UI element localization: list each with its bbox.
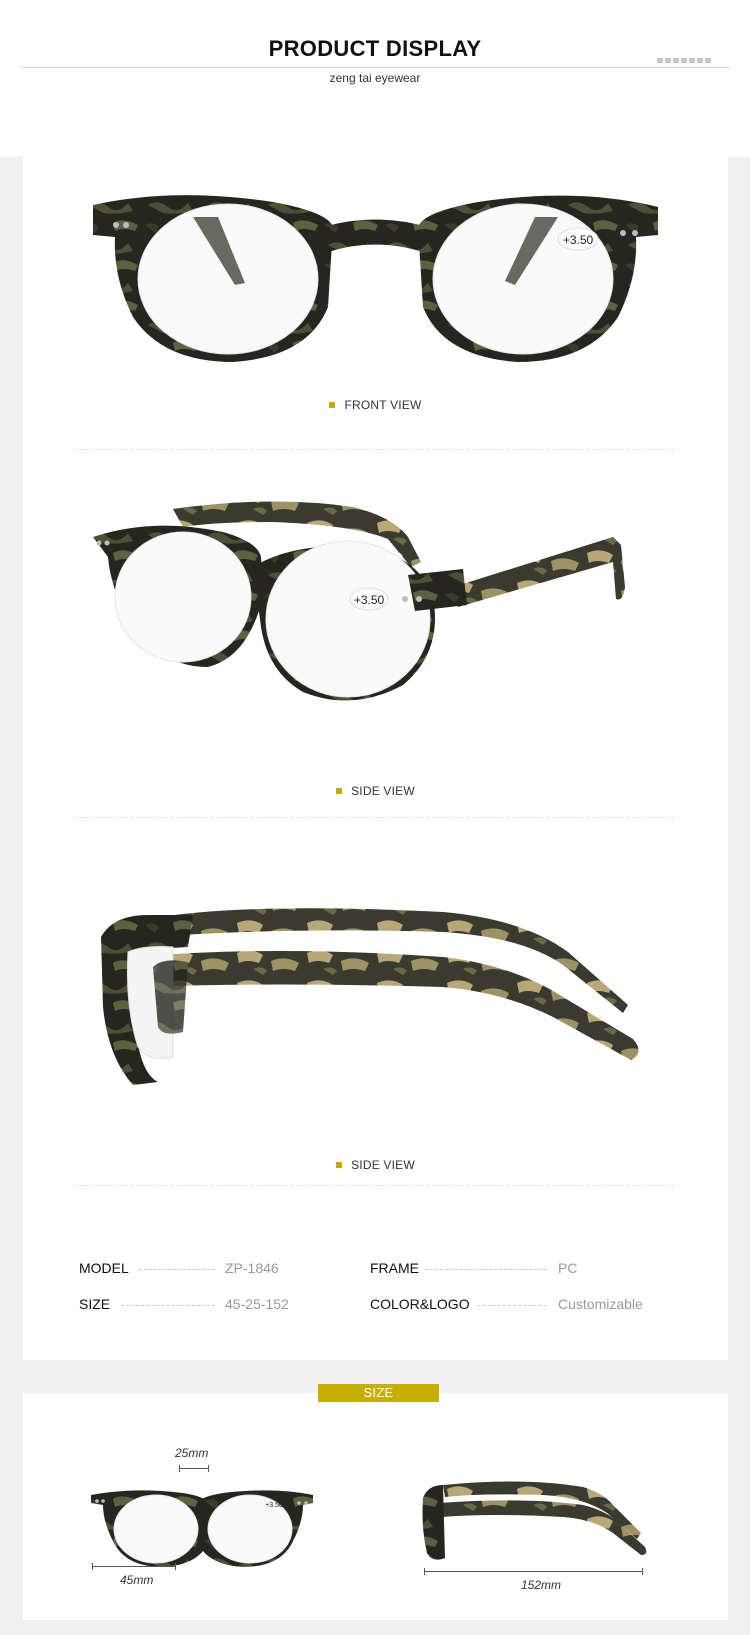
temple-length-dimension-label: 152mm: [521, 1578, 562, 1592]
mini-lens-sticker-label: +3.50: [265, 1502, 283, 1509]
side-view-profile: SIDE VIEW: [23, 857, 728, 1172]
spec-size: SIZE 45-25-152: [79, 1296, 319, 1314]
front-view-caption: FRONT VIEW: [23, 398, 728, 412]
bullet-square: [336, 1162, 343, 1168]
lens-width-dimension-line: [92, 1563, 176, 1570]
section-divider: [75, 817, 675, 818]
side-view-caption: SIDE VIEW: [23, 1158, 728, 1172]
glasses-side-angled-image: +3.50: [93, 501, 625, 701]
spec-frame-label: FRAME: [370, 1260, 419, 1276]
decorative-dots: [657, 58, 711, 63]
temple-length-dimension-line: [424, 1568, 643, 1575]
lens-width-dimension-label: 45mm: [120, 1573, 154, 1587]
section-divider: [75, 449, 675, 450]
side-view-label: SIDE VIEW: [351, 1158, 415, 1172]
spec-model-value: ZP-1846: [225, 1260, 279, 1276]
lens-sticker-label: +3.50: [354, 593, 385, 607]
product-display-page: PRODUCT DISPLAY zeng tai eyewear +3.50 F…: [0, 0, 750, 1635]
section-divider: [75, 1185, 675, 1186]
glasses-profile-image: [101, 908, 639, 1085]
front-view: +3.50 FRONT VIEW: [23, 157, 728, 447]
bridge-dimension-label: 25mm: [175, 1446, 209, 1460]
side-view-label: SIDE VIEW: [351, 784, 415, 798]
bridge-dimension-line: [179, 1465, 209, 1472]
spec-size-value: 45-25-152: [225, 1296, 289, 1312]
spec-dash: [139, 1269, 215, 1270]
spec-color-logo: COLOR&LOGO Customizable: [370, 1296, 690, 1314]
size-section-badge: SIZE: [318, 1384, 439, 1402]
page-subtitle: zeng tai eyewear: [329, 71, 421, 85]
front-view-label: FRONT VIEW: [344, 398, 422, 412]
spec-dash: [121, 1305, 215, 1306]
product-views-panel: +3.50 FRONT VIEW +3.50 SIDE VIEW SIDE VI…: [23, 157, 728, 1360]
spec-dash: [477, 1305, 547, 1306]
glasses-front-image: +3.50: [93, 195, 658, 362]
size-panel: +3.50 25mm 45mm 152mm: [23, 1393, 728, 1620]
side-view-angled: +3.50 SIDE VIEW: [23, 487, 728, 798]
spec-model-label: MODEL: [79, 1260, 129, 1276]
spec-dash: [425, 1269, 547, 1270]
header: PRODUCT DISPLAY zeng tai eyewear: [0, 0, 750, 157]
lens-sticker-label: +3.50: [563, 233, 594, 247]
page-title: PRODUCT DISPLAY: [268, 36, 482, 61]
spec-color-value: Customizable: [558, 1296, 643, 1312]
spec-size-label: SIZE: [79, 1296, 111, 1312]
bullet-square: [336, 788, 343, 794]
bullet-square: [329, 402, 336, 408]
spec-model: MODEL ZP-1846: [79, 1260, 299, 1278]
spec-color-label: COLOR&LOGO: [370, 1296, 470, 1312]
spec-frame: FRAME PC: [370, 1260, 670, 1278]
spec-frame-value: PC: [558, 1260, 578, 1276]
side-view-caption: SIDE VIEW: [23, 784, 728, 798]
header-divider: [20, 67, 730, 68]
